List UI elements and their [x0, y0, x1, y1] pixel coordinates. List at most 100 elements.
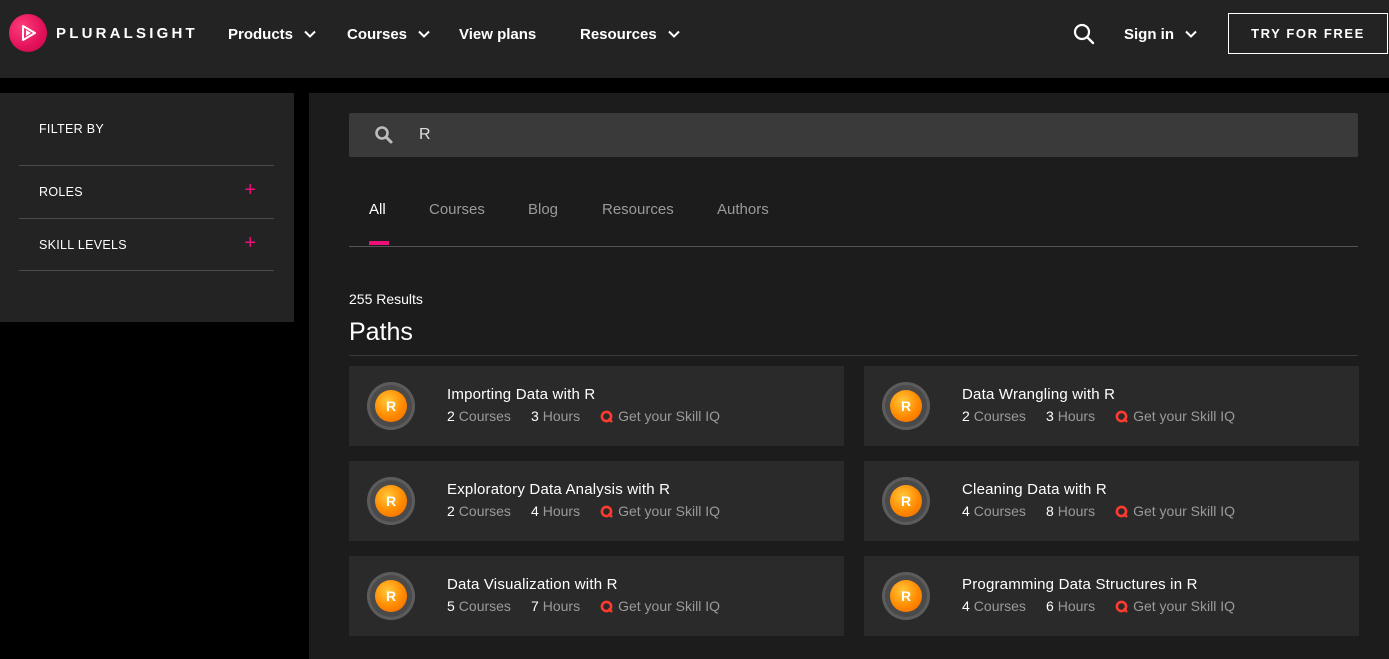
skill-iq-label: Get your Skill IQ: [1133, 598, 1236, 614]
badge-letter: R: [375, 485, 407, 517]
filter-sidebar: FILTER BY ROLES + SKILL LEVELS +: [0, 93, 294, 322]
filter-roles[interactable]: ROLES +: [19, 165, 274, 218]
skill-iq-link[interactable]: Get your Skill IQ: [1115, 503, 1235, 519]
plus-icon[interactable]: +: [244, 180, 256, 200]
chevron-down-icon: [668, 30, 680, 38]
hour-count: 7: [530, 598, 539, 614]
hour-count: 6: [1045, 598, 1054, 614]
path-card[interactable]: R Cleaning Data with R 4 Courses 8 Hours Get y…: [864, 461, 1359, 541]
nav-products[interactable]: Products: [228, 24, 317, 44]
path-meta: 2 Courses 3 Hours Get your Skill IQ: [962, 408, 1235, 424]
path-card[interactable]: R Data Wrangling with R 2 Courses 3 Hours Get …: [864, 366, 1359, 446]
path-title[interactable]: Exploratory Data Analysis with R: [447, 481, 670, 498]
skill-iq-label: Get your Skill IQ: [618, 503, 721, 519]
r-path-badge-icon: R: [367, 382, 415, 430]
results-count: 255 Results: [349, 291, 423, 307]
top-header: PLURALSIGHT Products Courses View plans …: [0, 0, 1389, 78]
badge-letter: R: [375, 390, 407, 422]
skill-iq-link[interactable]: Get your Skill IQ: [600, 503, 720, 519]
sign-in-menu[interactable]: Sign in: [1124, 24, 1198, 44]
search-icon: [375, 126, 393, 144]
nav-courses-label: Courses: [347, 25, 408, 43]
courses-label: Courses: [973, 408, 1026, 424]
r-path-badge-icon: R: [882, 572, 930, 620]
path-title[interactable]: Importing Data with R: [447, 386, 595, 403]
skill-iq-icon: [600, 505, 613, 518]
courses-label: Courses: [973, 503, 1026, 519]
chevron-down-icon: [418, 30, 430, 38]
plus-icon[interactable]: +: [244, 233, 256, 253]
filter-skill-levels-label: SKILL LEVELS: [39, 238, 127, 252]
tab-all[interactable]: All: [369, 201, 386, 218]
courses-label: Courses: [458, 408, 511, 424]
nav-courses[interactable]: Courses: [347, 24, 431, 44]
skill-iq-link[interactable]: Get your Skill IQ: [1115, 408, 1235, 424]
skill-iq-label: Get your Skill IQ: [618, 408, 721, 424]
nav-products-label: Products: [228, 25, 294, 43]
skill-iq-icon: [1115, 600, 1128, 613]
tab-authors[interactable]: Authors: [717, 201, 769, 218]
path-meta: 4 Courses 6 Hours Get your Skill IQ: [962, 598, 1235, 614]
search-results-panel: All Courses Blog Resources Authors 255 R…: [309, 93, 1389, 659]
badge-letter: R: [890, 390, 922, 422]
badge-letter: R: [375, 580, 407, 612]
r-path-badge-icon: R: [882, 477, 930, 525]
course-count: 4: [962, 503, 970, 519]
sign-in-label: Sign in: [1124, 25, 1174, 43]
logo-text: PLURALSIGHT: [56, 24, 198, 42]
path-meta: 4 Courses 8 Hours Get your Skill IQ: [962, 503, 1235, 519]
path-title[interactable]: Programming Data Structures in R: [962, 576, 1198, 593]
nav-resources-label: Resources: [580, 25, 657, 43]
nav-view-plans[interactable]: View plans: [459, 24, 536, 44]
path-meta: 2 Courses 4 Hours Get your Skill IQ: [447, 503, 720, 519]
hour-count: 3: [530, 408, 539, 424]
path-card[interactable]: R Data Visualization with R 5 Courses 7 Hours…: [349, 556, 844, 636]
tab-blog[interactable]: Blog: [528, 201, 558, 218]
r-path-badge-icon: R: [882, 382, 930, 430]
hours-label: Hours: [1057, 408, 1096, 424]
skill-iq-icon: [1115, 505, 1128, 518]
hour-count: 8: [1045, 503, 1054, 519]
badge-letter: R: [890, 580, 922, 612]
path-card[interactable]: R Importing Data with R 2 Courses 3 Hours Get …: [349, 366, 844, 446]
skill-iq-icon: [1115, 410, 1128, 423]
skill-iq-icon: [600, 600, 613, 613]
path-card[interactable]: R Exploratory Data Analysis with R 2 Course…: [349, 461, 844, 541]
search-input[interactable]: [419, 113, 1319, 157]
skill-iq-link[interactable]: Get your Skill IQ: [1115, 598, 1235, 614]
chevron-down-icon: [1185, 30, 1197, 38]
pluralsight-logo[interactable]: PLURALSIGHT: [9, 14, 198, 52]
filter-by-title: FILTER BY: [39, 122, 104, 136]
skill-iq-link[interactable]: Get your Skill IQ: [600, 408, 720, 424]
filter-skill-levels[interactable]: SKILL LEVELS +: [19, 218, 274, 271]
section-divider: [349, 355, 1358, 356]
skill-iq-icon: [600, 410, 613, 423]
nav-resources[interactable]: Resources: [580, 24, 681, 44]
badge-letter: R: [890, 485, 922, 517]
path-title[interactable]: Data Visualization with R: [447, 576, 618, 593]
hours-label: Hours: [542, 408, 581, 424]
hour-count: 3: [1045, 408, 1054, 424]
section-title-paths: Paths: [349, 318, 413, 346]
result-tabs: All Courses Blog Resources Authors: [349, 201, 1358, 247]
courses-label: Courses: [973, 598, 1026, 614]
tab-resources[interactable]: Resources: [602, 201, 674, 218]
skill-iq-link[interactable]: Get your Skill IQ: [600, 598, 720, 614]
hours-label: Hours: [1057, 598, 1096, 614]
search-bar: [349, 113, 1358, 157]
path-card[interactable]: R Programming Data Structures in R 4 Course…: [864, 556, 1359, 636]
course-count: 2: [962, 408, 970, 424]
hours-label: Hours: [542, 503, 581, 519]
path-title[interactable]: Cleaning Data with R: [962, 481, 1107, 498]
r-path-badge-icon: R: [367, 572, 415, 620]
try-for-free-button[interactable]: TRY FOR FREE: [1228, 13, 1388, 54]
tab-courses[interactable]: Courses: [429, 201, 485, 218]
chevron-down-icon: [304, 30, 316, 38]
active-tab-indicator: [369, 241, 389, 245]
path-title[interactable]: Data Wrangling with R: [962, 386, 1115, 403]
search-icon[interactable]: [1072, 22, 1096, 46]
courses-label: Courses: [458, 503, 511, 519]
hours-label: Hours: [542, 598, 581, 614]
filter-roles-label: ROLES: [39, 185, 83, 199]
course-count: 2: [447, 408, 455, 424]
